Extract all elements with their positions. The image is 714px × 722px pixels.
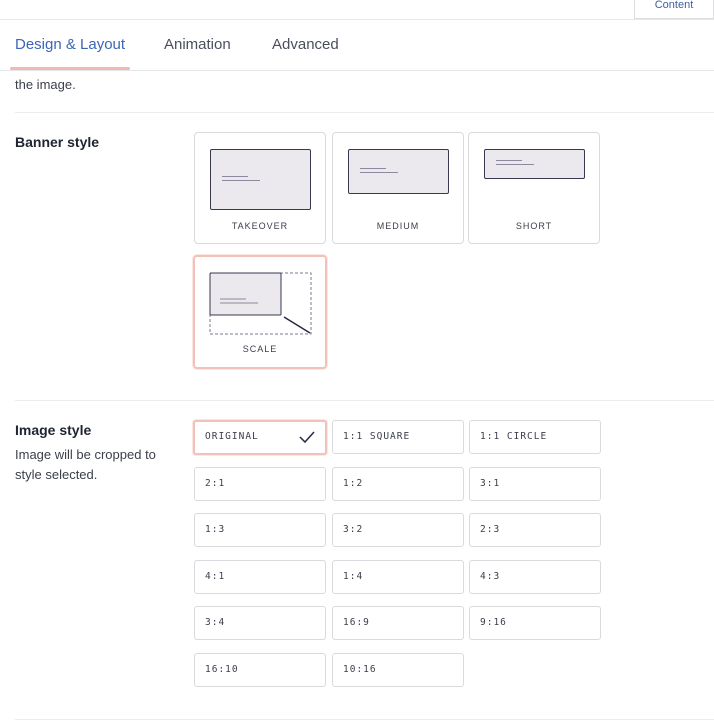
image-style-1-3[interactable]: 1:3 xyxy=(194,513,326,547)
image-style-3-2[interactable]: 3:2 xyxy=(332,513,464,547)
banner-option-label: SCALE xyxy=(242,344,278,354)
image-style-1-2[interactable]: 1:2 xyxy=(332,467,464,501)
image-style-2-3[interactable]: 2:3 xyxy=(469,513,601,547)
short-preview-icon xyxy=(484,149,585,179)
image-style-3-4[interactable]: 3:4 xyxy=(194,606,326,640)
banner-style-title: Banner style xyxy=(15,134,100,150)
banner-option-label: TAKEOVER xyxy=(231,221,289,231)
medium-preview-icon xyxy=(348,149,449,194)
image-style-label: 16:10 xyxy=(205,664,239,675)
banner-option-short[interactable]: SHORT xyxy=(468,132,600,244)
image-style-16-9[interactable]: 16:9 xyxy=(332,606,464,640)
settings-tabs: Design & Layout Animation Advanced xyxy=(0,20,714,71)
image-style-4-3[interactable]: 4:3 xyxy=(469,560,601,594)
image-style-16-10[interactable]: 16:10 xyxy=(194,653,326,687)
image-style-label: 16:9 xyxy=(343,617,370,628)
image-style-label: 9:16 xyxy=(480,617,507,628)
image-style-square[interactable]: 1:1 SQUARE xyxy=(332,420,464,454)
image-style-title: Image style xyxy=(15,422,92,438)
banner-option-label: MEDIUM xyxy=(376,221,420,231)
banner-option-medium[interactable]: MEDIUM xyxy=(332,132,464,244)
image-style-label: 3:2 xyxy=(343,524,364,535)
image-style-circle[interactable]: 1:1 CIRCLE xyxy=(469,420,601,454)
image-style-label: 2:3 xyxy=(480,524,501,535)
section-divider xyxy=(15,400,714,401)
image-style-label: 10:16 xyxy=(343,664,377,675)
section-divider xyxy=(15,112,714,113)
content-tab[interactable]: Content xyxy=(634,0,714,19)
image-style-label: 1:1 SQUARE xyxy=(343,431,411,442)
image-style-original[interactable]: ORIGINAL xyxy=(193,420,327,455)
image-style-description: Image will be cropped to style selected. xyxy=(15,447,156,482)
image-style-label: 4:1 xyxy=(205,571,226,582)
image-style-label: 2:1 xyxy=(205,478,226,489)
tab-advanced[interactable]: Advanced xyxy=(272,36,339,53)
banner-option-takeover[interactable]: TAKEOVER xyxy=(194,132,326,244)
banner-option-label: SHORT xyxy=(515,221,553,231)
banner-option-scale[interactable]: SCALE xyxy=(193,255,327,369)
image-style-label: 1:2 xyxy=(343,478,364,489)
intro-text: the image. xyxy=(15,77,76,92)
image-style-2-1[interactable]: 2:1 xyxy=(194,467,326,501)
tab-animation[interactable]: Animation xyxy=(164,36,231,53)
image-style-1-4[interactable]: 1:4 xyxy=(332,560,464,594)
takeover-preview-icon xyxy=(210,149,311,210)
image-style-label: 3:1 xyxy=(480,478,501,489)
active-tab-indicator xyxy=(10,67,130,70)
image-style-label: 1:3 xyxy=(205,524,226,535)
image-style-10-16[interactable]: 10:16 xyxy=(332,653,464,687)
image-style-label: 3:4 xyxy=(205,617,226,628)
image-style-label: 1:4 xyxy=(343,571,364,582)
image-style-label: ORIGINAL xyxy=(205,431,259,442)
scale-preview-icon xyxy=(209,272,312,335)
section-divider xyxy=(15,719,714,720)
tab-design-layout[interactable]: Design & Layout xyxy=(15,36,125,53)
image-style-3-1[interactable]: 3:1 xyxy=(469,467,601,501)
image-style-4-1[interactable]: 4:1 xyxy=(194,560,326,594)
image-style-9-16[interactable]: 9:16 xyxy=(469,606,601,640)
check-icon xyxy=(299,431,315,444)
image-style-label: 4:3 xyxy=(480,571,501,582)
image-style-label: 1:1 CIRCLE xyxy=(480,431,548,442)
